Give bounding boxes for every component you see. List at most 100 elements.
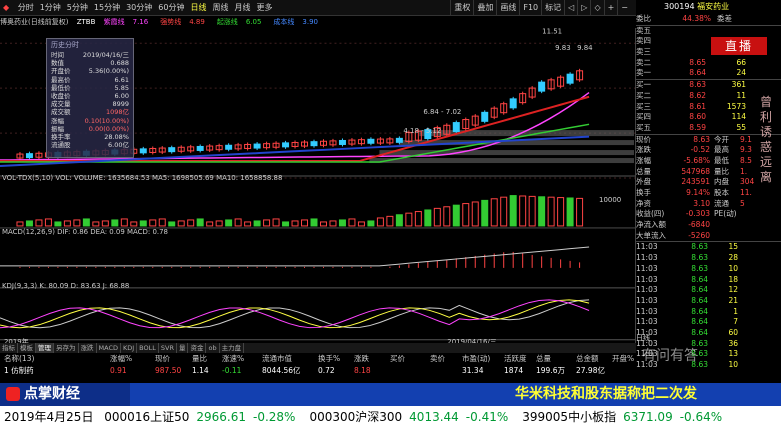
column-header[interactable]: 换手%	[318, 353, 340, 364]
indicator-tab[interactable]: 模板	[18, 343, 36, 353]
stat-row: 净资 3.10 流通 5	[636, 198, 745, 208]
tool-button[interactable]: 标记	[541, 0, 564, 16]
candle-body	[253, 143, 261, 149]
indicator-tab[interactable]: 资金	[188, 343, 207, 353]
volume-bar	[234, 218, 242, 227]
indicator-tabs: 指标 模板 管理 另存为 涨跌 MACD KDJ BOLL SVR 量资金 ob 主力盘	[0, 343, 636, 353]
column-header[interactable]: 现价	[155, 353, 170, 364]
volume-bar	[263, 219, 271, 227]
tool-button[interactable]: 重权	[450, 0, 473, 16]
history-popup[interactable]: 历史分时 时间 2019/04/16/三 数值 0.688 开盘价 5.36(0.00%)…	[46, 38, 134, 158]
period-tab[interactable]: 分时	[15, 0, 37, 16]
tool-button[interactable]: 画线	[496, 0, 519, 16]
popup-row: 最高价 6.61	[51, 75, 129, 84]
chart-label: 6.84 - 7.02	[423, 108, 461, 116]
indicator-tab[interactable]: 涨跌	[79, 343, 97, 353]
indicator-tab[interactable]: 主力盘	[220, 343, 245, 353]
volume-bar	[215, 220, 223, 227]
stock-name: 福安药业	[697, 2, 730, 11]
volume-bar	[244, 221, 252, 227]
tick-row: 11:03 8.63 10	[636, 263, 738, 273]
table-row[interactable]: 1 仿制药 0.91 987.50 1.14 -0.11 8044.56亿 0.72 8.18…	[0, 365, 636, 376]
popup-row: 开盘价 5.36(0.00%)	[51, 67, 129, 76]
tick-row: 11:03 8.63 28	[636, 253, 738, 263]
candle-body	[452, 122, 460, 133]
column-header[interactable]: 名称(13)	[4, 353, 34, 364]
popup-row: 最低价 5.85	[51, 83, 129, 92]
column-header[interactable]: 市盈(动)	[462, 353, 490, 364]
period-tab[interactable]: 1分钟	[37, 0, 64, 16]
volume-bar	[310, 218, 318, 227]
column-header[interactable]: 量比	[192, 353, 207, 364]
volume-bar	[187, 219, 195, 227]
period-tab[interactable]: 日线	[187, 0, 209, 16]
indicator-tab[interactable]: ob	[206, 343, 220, 353]
period-tab[interactable]: 15分钟	[91, 0, 123, 16]
volume-bar	[253, 220, 261, 227]
indicator-tab[interactable]: 管理	[36, 343, 54, 353]
indicator-tab[interactable]: 量	[177, 343, 189, 353]
indicator-tab[interactable]: SVR	[159, 343, 177, 353]
tool-button[interactable]: F10	[519, 0, 541, 16]
candle-body	[282, 142, 290, 148]
volume-bar	[338, 219, 346, 227]
indicator-tab[interactable]: MACD	[97, 343, 121, 353]
table-cell: 1 仿制药	[4, 366, 34, 375]
indicator-tab[interactable]: BOLL	[137, 343, 159, 353]
tool-button[interactable]: ◁	[564, 0, 577, 16]
period-tab[interactable]: 5分钟	[64, 0, 91, 16]
candle-body	[168, 147, 176, 153]
indicator-tab[interactable]: 另存为	[54, 343, 79, 353]
period-tab[interactable]: 周线	[209, 0, 231, 16]
candle-body	[225, 144, 233, 150]
column-header[interactable]: 涨跌	[354, 353, 369, 364]
column-header[interactable]: 涨速%	[222, 353, 244, 364]
volume-bar	[462, 203, 470, 227]
volume-bar	[547, 196, 555, 227]
volume-bar	[130, 221, 138, 227]
stat-row: 收益(四) -0.303 PE(动)	[636, 209, 737, 219]
volume-bar	[395, 214, 403, 227]
stock-header: 300194 福安药业	[636, 0, 781, 14]
table-cell: 199.6万	[536, 366, 565, 375]
column-header[interactable]: 流通市值	[262, 353, 292, 364]
column-header[interactable]: 总量	[536, 353, 551, 364]
popup-row: 时间 2019/04/16/三	[51, 51, 129, 59]
period-tab[interactable]: 月线	[231, 0, 253, 16]
column-header[interactable]: 总金额	[576, 353, 599, 364]
indicator-tab[interactable]: 指标	[0, 343, 18, 353]
tool-button[interactable]: ◇	[590, 0, 603, 16]
stat-row: 换手 9.14% 股本 11.	[636, 188, 752, 197]
tick-row: 11:03 8.64 18	[636, 274, 738, 284]
volume-bar	[272, 218, 280, 227]
popup-row: 收盘价 6.00	[51, 92, 129, 101]
period-tab[interactable]: 更多	[253, 0, 275, 16]
column-header[interactable]: 开盘%	[612, 353, 634, 364]
broadcast-date: 2019年4月25日	[4, 410, 94, 424]
column-header[interactable]: 卖价	[430, 353, 445, 364]
tool-button[interactable]: 叠加	[473, 0, 496, 16]
volume-bar	[500, 196, 508, 227]
volume-bar	[414, 211, 422, 227]
column-header[interactable]: 涨幅%	[110, 353, 132, 364]
column-header[interactable]: 买价	[390, 353, 405, 364]
stat-row: 大单流入 -5260	[636, 230, 710, 240]
live-badge[interactable]: 直播	[711, 37, 767, 55]
ma-item: 起涨线 6.05	[216, 18, 262, 26]
table-cell: 31.34	[462, 366, 484, 375]
column-header[interactable]: 活跃度	[504, 353, 527, 364]
chart-label: 10000	[599, 196, 621, 204]
stock-code: 300194	[664, 2, 695, 11]
volume-bar	[101, 220, 109, 227]
tool-button[interactable]: −	[617, 0, 631, 16]
period-tab[interactable]: 30分钟	[123, 0, 155, 16]
indicator-tab[interactable]: KDJ	[121, 343, 138, 353]
volume-bar	[405, 212, 413, 227]
volume-bar	[139, 220, 147, 227]
tool-button[interactable]: ▷	[577, 0, 590, 16]
volume-bar	[576, 197, 584, 227]
tool-button[interactable]: +	[603, 0, 618, 16]
indicator-name: ZTBB	[76, 18, 96, 26]
period-tab[interactable]: 60分钟	[155, 0, 187, 16]
stock-label: 博奥药业(日线前复权)	[0, 18, 69, 26]
